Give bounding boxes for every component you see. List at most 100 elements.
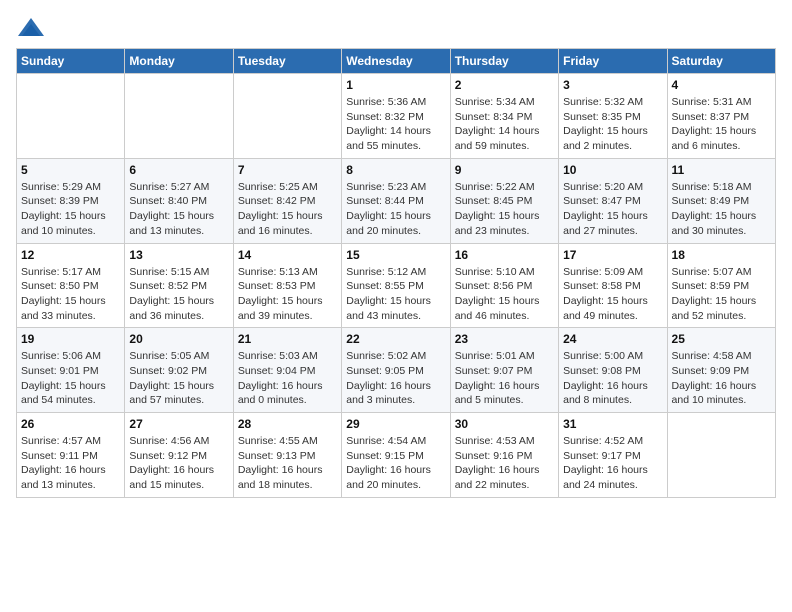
day-number: 26 (21, 417, 120, 431)
day-number: 13 (129, 248, 228, 262)
day-info: Sunrise: 4:56 AM Sunset: 9:12 PM Dayligh… (129, 434, 228, 493)
day-number: 22 (346, 332, 445, 346)
day-number: 16 (455, 248, 554, 262)
day-number: 12 (21, 248, 120, 262)
calendar-cell: 23 Sunrise: 5:01 AM Sunset: 9:07 PM Dayli… (450, 328, 558, 413)
page-header (16, 16, 776, 40)
calendar-cell (125, 74, 233, 159)
day-info: Sunrise: 5:17 AM Sunset: 8:50 PM Dayligh… (21, 265, 120, 324)
calendar-cell: 13 Sunrise: 5:15 AM Sunset: 8:52 PM Dayli… (125, 243, 233, 328)
day-info: Sunrise: 5:36 AM Sunset: 8:32 PM Dayligh… (346, 95, 445, 154)
day-number: 6 (129, 163, 228, 177)
logo (16, 16, 50, 40)
calendar-header-thursday: Thursday (450, 49, 558, 74)
day-info: Sunrise: 5:25 AM Sunset: 8:42 PM Dayligh… (238, 180, 337, 239)
day-number: 18 (672, 248, 771, 262)
day-number: 20 (129, 332, 228, 346)
calendar-cell: 11 Sunrise: 5:18 AM Sunset: 8:49 PM Dayli… (667, 158, 775, 243)
calendar-week-row: 19 Sunrise: 5:06 AM Sunset: 9:01 PM Dayli… (17, 328, 776, 413)
day-number: 31 (563, 417, 662, 431)
day-number: 27 (129, 417, 228, 431)
calendar-cell: 10 Sunrise: 5:20 AM Sunset: 8:47 PM Dayli… (559, 158, 667, 243)
calendar-header-row: SundayMondayTuesdayWednesdayThursdayFrid… (17, 49, 776, 74)
day-info: Sunrise: 4:57 AM Sunset: 9:11 PM Dayligh… (21, 434, 120, 493)
calendar-cell: 2Sunrise: 5:34 AM Sunset: 8:34 PM Daylig… (450, 74, 558, 159)
day-number: 10 (563, 163, 662, 177)
day-info: Sunrise: 5:27 AM Sunset: 8:40 PM Dayligh… (129, 180, 228, 239)
calendar-cell: 22Sunrise: 5:02 AM Sunset: 9:05 PM Dayli… (342, 328, 450, 413)
calendar-cell: 12 Sunrise: 5:17 AM Sunset: 8:50 PM Dayli… (17, 243, 125, 328)
calendar-cell (667, 413, 775, 498)
calendar-header-sunday: Sunday (17, 49, 125, 74)
calendar-cell: 17Sunrise: 5:09 AM Sunset: 8:58 PM Dayli… (559, 243, 667, 328)
day-number: 11 (672, 163, 771, 177)
calendar-header-friday: Friday (559, 49, 667, 74)
day-number: 8 (346, 163, 445, 177)
day-number: 14 (238, 248, 337, 262)
calendar-cell: 7 Sunrise: 5:25 AM Sunset: 8:42 PM Daylig… (233, 158, 341, 243)
day-number: 30 (455, 417, 554, 431)
day-number: 21 (238, 332, 337, 346)
day-info: Sunrise: 5:29 AM Sunset: 8:39 PM Dayligh… (21, 180, 120, 239)
calendar-cell: 21 Sunrise: 5:03 AM Sunset: 9:04 PM Dayli… (233, 328, 341, 413)
calendar-cell: 26 Sunrise: 4:57 AM Sunset: 9:11 PM Dayli… (17, 413, 125, 498)
day-info: Sunrise: 5:10 AM Sunset: 8:56 PM Dayligh… (455, 265, 554, 324)
calendar-cell: 14 Sunrise: 5:13 AM Sunset: 8:53 PM Dayli… (233, 243, 341, 328)
calendar-header-wednesday: Wednesday (342, 49, 450, 74)
day-info: Sunrise: 5:05 AM Sunset: 9:02 PM Dayligh… (129, 349, 228, 408)
calendar-cell: 3 Sunrise: 5:32 AM Sunset: 8:35 PM Daylig… (559, 74, 667, 159)
day-number: 3 (563, 78, 662, 92)
day-info: Sunrise: 4:52 AM Sunset: 9:17 PM Dayligh… (563, 434, 662, 493)
calendar-cell: 19 Sunrise: 5:06 AM Sunset: 9:01 PM Dayli… (17, 328, 125, 413)
calendar-cell (17, 74, 125, 159)
calendar-cell: 28 Sunrise: 4:55 AM Sunset: 9:13 PM Dayli… (233, 413, 341, 498)
day-info: Sunrise: 4:54 AM Sunset: 9:15 PM Dayligh… (346, 434, 445, 493)
logo-icon (16, 16, 46, 40)
calendar-cell: 8 Sunrise: 5:23 AM Sunset: 8:44 PM Daylig… (342, 158, 450, 243)
day-info: Sunrise: 5:15 AM Sunset: 8:52 PM Dayligh… (129, 265, 228, 324)
calendar-cell: 6 Sunrise: 5:27 AM Sunset: 8:40 PM Daylig… (125, 158, 233, 243)
day-info: Sunrise: 5:13 AM Sunset: 8:53 PM Dayligh… (238, 265, 337, 324)
day-info: Sunrise: 4:55 AM Sunset: 9:13 PM Dayligh… (238, 434, 337, 493)
calendar-cell: 31 Sunrise: 4:52 AM Sunset: 9:17 PM Dayli… (559, 413, 667, 498)
day-number: 24 (563, 332, 662, 346)
calendar-week-row: 12 Sunrise: 5:17 AM Sunset: 8:50 PM Dayli… (17, 243, 776, 328)
calendar-week-row: 5 Sunrise: 5:29 AM Sunset: 8:39 PM Daylig… (17, 158, 776, 243)
day-number: 29 (346, 417, 445, 431)
calendar-cell: 5 Sunrise: 5:29 AM Sunset: 8:39 PM Daylig… (17, 158, 125, 243)
calendar-week-row: 26 Sunrise: 4:57 AM Sunset: 9:11 PM Dayli… (17, 413, 776, 498)
day-number: 4 (672, 78, 771, 92)
day-number: 2 (455, 78, 554, 92)
calendar-cell: 30 Sunrise: 4:53 AM Sunset: 9:16 PM Dayli… (450, 413, 558, 498)
day-number: 28 (238, 417, 337, 431)
calendar-cell: 1 Sunrise: 5:36 AM Sunset: 8:32 PM Daylig… (342, 74, 450, 159)
calendar-cell: 20 Sunrise: 5:05 AM Sunset: 9:02 PM Dayli… (125, 328, 233, 413)
day-info: Sunrise: 5:09 AM Sunset: 8:58 PM Dayligh… (563, 265, 662, 324)
calendar-cell: 24Sunrise: 5:00 AM Sunset: 9:08 PM Dayli… (559, 328, 667, 413)
day-info: Sunrise: 5:12 AM Sunset: 8:55 PM Dayligh… (346, 265, 445, 324)
day-info: Sunrise: 5:03 AM Sunset: 9:04 PM Dayligh… (238, 349, 337, 408)
day-info: Sunrise: 5:32 AM Sunset: 8:35 PM Dayligh… (563, 95, 662, 154)
calendar-body: 1 Sunrise: 5:36 AM Sunset: 8:32 PM Daylig… (17, 74, 776, 498)
day-info: Sunrise: 5:18 AM Sunset: 8:49 PM Dayligh… (672, 180, 771, 239)
day-info: Sunrise: 5:31 AM Sunset: 8:37 PM Dayligh… (672, 95, 771, 154)
calendar-cell (233, 74, 341, 159)
day-info: Sunrise: 5:01 AM Sunset: 9:07 PM Dayligh… (455, 349, 554, 408)
calendar-cell: 25Sunrise: 4:58 AM Sunset: 9:09 PM Dayli… (667, 328, 775, 413)
day-number: 23 (455, 332, 554, 346)
day-info: Sunrise: 5:20 AM Sunset: 8:47 PM Dayligh… (563, 180, 662, 239)
day-info: Sunrise: 5:07 AM Sunset: 8:59 PM Dayligh… (672, 265, 771, 324)
day-number: 19 (21, 332, 120, 346)
day-number: 15 (346, 248, 445, 262)
day-number: 1 (346, 78, 445, 92)
day-number: 7 (238, 163, 337, 177)
day-info: Sunrise: 5:23 AM Sunset: 8:44 PM Dayligh… (346, 180, 445, 239)
day-info: Sunrise: 4:58 AM Sunset: 9:09 PM Dayligh… (672, 349, 771, 408)
calendar-header-monday: Monday (125, 49, 233, 74)
day-info: Sunrise: 5:06 AM Sunset: 9:01 PM Dayligh… (21, 349, 120, 408)
day-number: 9 (455, 163, 554, 177)
calendar-cell: 16 Sunrise: 5:10 AM Sunset: 8:56 PM Dayli… (450, 243, 558, 328)
day-number: 5 (21, 163, 120, 177)
calendar-table: SundayMondayTuesdayWednesdayThursdayFrid… (16, 48, 776, 498)
day-info: Sunrise: 4:53 AM Sunset: 9:16 PM Dayligh… (455, 434, 554, 493)
